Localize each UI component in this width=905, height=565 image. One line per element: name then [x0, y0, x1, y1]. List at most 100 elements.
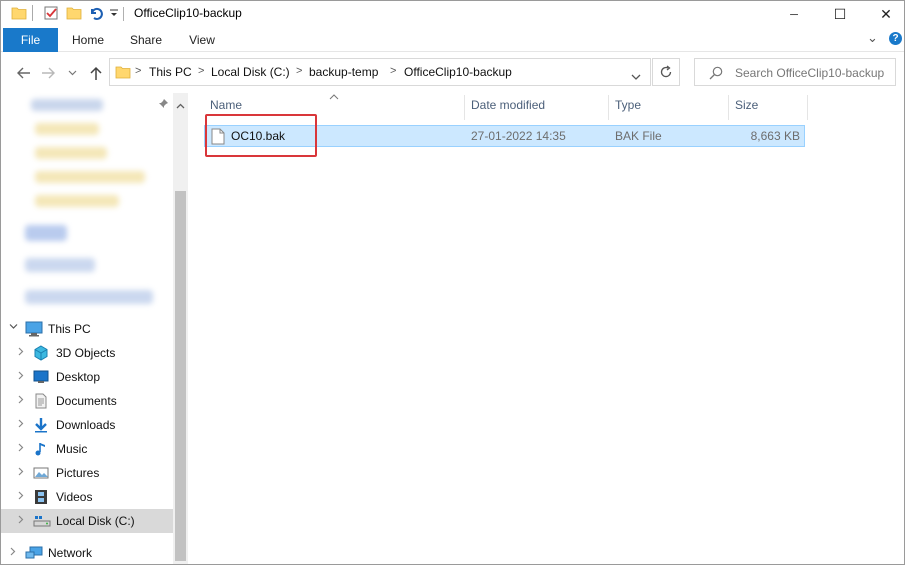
undo-icon[interactable] — [88, 5, 104, 24]
highlight-annotation — [205, 114, 317, 157]
tree-label: Documents — [56, 394, 117, 408]
collapsed-chevron-icon[interactable] — [17, 419, 25, 431]
explorer-window: OfficeClip10-backup ─ ☐ ✕ File Home Shar… — [0, 0, 905, 565]
minimize-icon: ─ — [790, 8, 798, 21]
collapsed-chevron-icon[interactable] — [17, 371, 25, 383]
tree-this-pc[interactable]: This PC — [1, 317, 173, 341]
address-bar[interactable]: > This PC > Local Disk (C:) > backup-tem… — [109, 58, 651, 86]
close-icon: ✕ — [880, 6, 892, 22]
account-blurred[interactable] — [25, 290, 153, 304]
pin-icon[interactable] — [158, 98, 169, 112]
breadcrumb-separator[interactable]: > — [296, 65, 302, 77]
collapsed-chevron-icon[interactable] — [17, 443, 25, 455]
new-folder-icon[interactable] — [66, 5, 82, 24]
title-bar: OfficeClip10-backup ─ ☐ ✕ — [1, 1, 904, 28]
pinned-folder-blurred[interactable] — [35, 147, 107, 159]
search-placeholder: Search OfficeClip10-backup — [735, 66, 885, 80]
collapsed-chevron-icon[interactable] — [17, 347, 25, 359]
column-header-date-modified[interactable]: Date modified — [471, 98, 545, 116]
help-icon[interactable]: ? — [889, 32, 902, 45]
scrollbar-thumb[interactable] — [175, 191, 186, 561]
quick-access-blurred[interactable] — [31, 99, 103, 111]
tree-item-music[interactable]: Music — [1, 437, 173, 461]
tab-share[interactable]: Share — [121, 28, 171, 52]
navigation-scrollbar[interactable] — [173, 93, 188, 564]
maximize-button[interactable]: ☐ — [817, 1, 863, 28]
account-blurred[interactable] — [25, 258, 95, 272]
tree-label: 3D Objects — [56, 346, 116, 360]
network-icon — [25, 545, 43, 561]
title-separator — [123, 7, 124, 21]
tab-file[interactable]: File — [3, 28, 58, 52]
breadcrumb-this-pc[interactable]: This PC — [149, 65, 192, 79]
tree-item-local-disk-c[interactable]: Local Disk (C:) — [1, 509, 173, 533]
tree-item-videos[interactable]: Videos — [1, 485, 173, 509]
breadcrumb-local-disk[interactable]: Local Disk (C:) — [211, 65, 290, 79]
minimize-button[interactable]: ─ — [771, 1, 817, 28]
tree-item-pictures[interactable]: Pictures — [1, 461, 173, 485]
close-button[interactable]: ✕ — [863, 1, 904, 28]
tree-label-network: Network — [48, 546, 93, 560]
column-header-type[interactable]: Type — [615, 98, 641, 116]
column-divider[interactable] — [464, 95, 465, 120]
search-box[interactable]: Search OfficeClip10-backup — [694, 58, 896, 86]
address-dropdown-icon[interactable] — [631, 69, 641, 83]
column-header-size[interactable]: Size — [735, 98, 758, 116]
collapsed-chevron-icon[interactable] — [17, 491, 25, 503]
folder-icon — [11, 5, 27, 24]
chevron-down-icon — [68, 70, 76, 76]
breadcrumb-separator[interactable]: > — [198, 65, 204, 77]
collapsed-chevron-icon[interactable] — [17, 467, 25, 479]
refresh-icon — [660, 65, 672, 78]
file-type: BAK File — [615, 129, 662, 143]
sort-ascending-icon — [329, 89, 339, 103]
pictures-icon — [33, 465, 51, 481]
scroll-up-arrow-icon[interactable] — [176, 98, 185, 112]
forward-arrow-icon — [42, 67, 55, 79]
tree-item-3d-objects[interactable]: 3D Objects — [1, 341, 173, 365]
downloads-icon — [33, 417, 51, 433]
column-divider[interactable] — [807, 95, 808, 120]
forward-button[interactable] — [40, 64, 58, 82]
breadcrumb-separator[interactable]: > — [390, 65, 396, 77]
pinned-folder-blurred[interactable] — [35, 123, 99, 135]
breadcrumb-separator[interactable]: > — [135, 65, 141, 77]
tab-home[interactable]: Home — [63, 28, 113, 52]
tree-label: Downloads — [56, 418, 116, 432]
collapsed-chevron-icon[interactable] — [17, 395, 25, 407]
computer-icon — [25, 321, 43, 337]
refresh-button[interactable] — [652, 58, 680, 86]
column-divider[interactable] — [728, 95, 729, 120]
videos-icon — [33, 489, 51, 505]
customize-qat-icon[interactable] — [109, 6, 119, 23]
pinned-folder-blurred[interactable] — [35, 171, 145, 183]
maximize-icon: ☐ — [833, 6, 847, 22]
collapsed-chevron-icon[interactable] — [17, 515, 25, 527]
pinned-folder-blurred[interactable] — [35, 195, 119, 207]
music-icon — [33, 441, 51, 457]
onedrive-blurred[interactable] — [25, 225, 67, 241]
recent-locations-button[interactable] — [65, 64, 79, 82]
drive-icon — [33, 513, 51, 529]
tree-label: Videos — [56, 490, 93, 504]
column-divider[interactable] — [608, 95, 609, 120]
breadcrumb-backup-temp[interactable]: backup-temp — [309, 65, 378, 79]
collapsed-chevron-icon[interactable] — [9, 547, 17, 559]
back-arrow-icon — [17, 67, 30, 79]
tab-view[interactable]: View — [179, 28, 225, 52]
3d-objects-icon — [33, 345, 51, 361]
search-icon — [709, 66, 723, 83]
up-button[interactable] — [87, 64, 105, 82]
collapse-ribbon-icon[interactable]: ⌄ — [867, 30, 878, 46]
tree-item-desktop[interactable]: Desktop — [1, 365, 173, 389]
address-folder-icon — [115, 64, 131, 83]
back-button[interactable] — [14, 64, 32, 82]
tree-network[interactable]: Network — [1, 541, 173, 564]
expanded-chevron-icon[interactable] — [9, 322, 18, 334]
tree-item-documents[interactable]: Documents — [1, 389, 173, 413]
tree-label: Pictures — [56, 466, 100, 480]
properties-icon[interactable] — [43, 5, 59, 24]
navigation-pane: This PC 3D Objects Desktop Documents Downlo… — [1, 93, 188, 564]
breadcrumb-current-folder[interactable]: OfficeClip10-backup — [404, 65, 512, 79]
tree-item-downloads[interactable]: Downloads — [1, 413, 173, 437]
